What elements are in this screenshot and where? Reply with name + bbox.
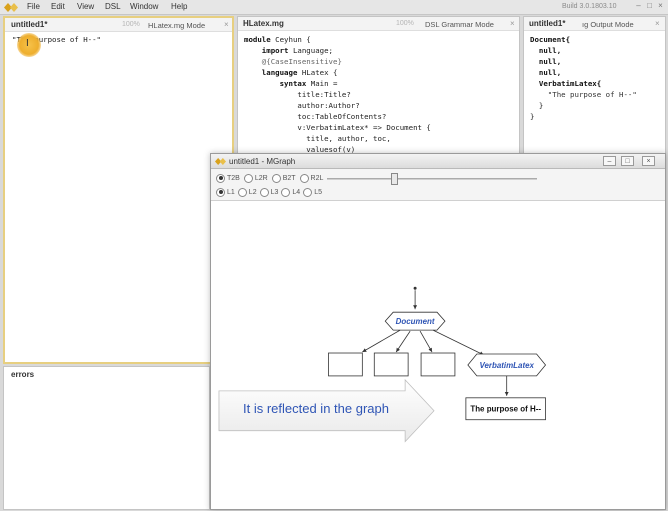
- grammar-pane-header: HLatex.mg 100% DSL Grammar Mode ×: [238, 17, 519, 31]
- graph-edge: [395, 330, 411, 353]
- source-editor-pane[interactable]: untitled1* 100% HLatex.mg Mode × "The pu…: [3, 16, 234, 364]
- code-line: @{CaseInsensitive}: [244, 57, 342, 66]
- close-icon[interactable]: ×: [656, 1, 665, 11]
- code-line: title, author, toc,: [244, 134, 391, 143]
- output-line: null,: [530, 46, 562, 55]
- radio-icon: [216, 187, 225, 197]
- source-pane-zoom: 100%: [122, 21, 140, 28]
- build-label: Build 3.0.1803.10: [562, 3, 617, 10]
- output-code[interactable]: Document{ null, null, null, VerbatimLate…: [530, 34, 637, 122]
- zoom-slider-thumb[interactable]: [391, 173, 399, 185]
- mouse-cursor-highlight: [17, 33, 41, 57]
- grammar-pane-title[interactable]: HLatex.mg: [243, 19, 284, 28]
- output-line: null,: [530, 68, 562, 77]
- radio-icon: [281, 187, 291, 197]
- zoom-slider-track[interactable]: [327, 178, 537, 180]
- menu-bar: File Edit View DSL Window Help Build 3.0…: [0, 0, 668, 15]
- graph-entry-point: [413, 286, 417, 290]
- graph-node-label: Document: [396, 317, 435, 326]
- source-pane-header: untitled1* 100% HLatex.mg Mode ×: [5, 18, 232, 32]
- radio-icon: [243, 173, 253, 183]
- orientation-t2b[interactable]: T2B: [216, 173, 240, 183]
- menu-file[interactable]: File: [27, 2, 40, 11]
- grammar-editor-pane[interactable]: HLatex.mg 100% DSL Grammar Mode × module…: [237, 16, 520, 155]
- level-l1[interactable]: L1: [216, 187, 235, 197]
- errors-pane-title: errors: [11, 370, 35, 379]
- output-line: Document{: [530, 35, 571, 44]
- level-l2[interactable]: L2: [237, 187, 257, 197]
- output-line: VerbatimLatex{: [530, 79, 602, 88]
- mgraph-minimize-icon[interactable]: –: [603, 156, 616, 166]
- graph-node-text[interactable]: The purpose of H--: [465, 397, 546, 421]
- radio-icon: [259, 187, 269, 197]
- mgraph-title: untitled1 - MGraph: [229, 157, 296, 166]
- radio-icon: [216, 173, 225, 183]
- level-l3[interactable]: L3: [259, 187, 278, 197]
- menu-view[interactable]: View: [77, 2, 94, 11]
- radio-icon: [303, 187, 313, 197]
- mgraph-toolbar: T2B L2R B2T R2L L1 L2 L3 L4 L5: [211, 169, 665, 201]
- menu-edit[interactable]: Edit: [51, 2, 65, 11]
- grammar-pane-zoom: 100%: [396, 20, 414, 27]
- maximize-icon[interactable]: □: [645, 1, 654, 11]
- code-line: syntax Main =: [244, 79, 338, 88]
- graph-edge: [419, 330, 433, 353]
- output-line: }: [530, 112, 535, 121]
- orientation-b2t[interactable]: B2T: [271, 173, 296, 183]
- output-pane-header: untitled1* ıg Output Mode ×: [524, 17, 665, 31]
- graph-node-label: VerbatimLatex: [479, 361, 534, 370]
- code-line: title:Title?: [244, 90, 351, 99]
- graph-canvas[interactable]: Document VerbatimLatex The purpose of H-…: [211, 201, 665, 510]
- radio-icon: [299, 173, 309, 183]
- menu-help[interactable]: Help: [171, 2, 187, 11]
- output-line: }: [530, 101, 544, 110]
- mgraph-close-icon[interactable]: ×: [642, 156, 655, 166]
- grammar-code[interactable]: module Ceyhun { import Language; @{CaseI…: [244, 34, 431, 155]
- errors-pane[interactable]: errors: [3, 366, 210, 510]
- graph-node-document[interactable]: Document: [384, 311, 446, 331]
- orientation-l2r[interactable]: L2R: [243, 173, 268, 183]
- radio-icon: [271, 173, 281, 183]
- menu-window[interactable]: Window: [130, 2, 158, 11]
- mgraph-window[interactable]: untitled1 - MGraph – □ × T2B L2R B2T R2L…: [210, 153, 666, 510]
- mgraph-app-icon: [215, 157, 226, 166]
- text-cursor-icon: I: [26, 38, 29, 49]
- level-radio-group: L1 L2 L3 L4 L5: [216, 187, 322, 197]
- code-line: v:VerbatimLatex* => Document {: [244, 123, 431, 132]
- app-logo-icon: [4, 3, 18, 12]
- output-line: null,: [530, 57, 562, 66]
- output-pane-title[interactable]: untitled1*: [529, 19, 565, 28]
- level-l5[interactable]: L5: [303, 187, 322, 197]
- code-line: language HLatex {: [244, 68, 338, 77]
- level-l4[interactable]: L4: [281, 187, 300, 197]
- code-line: author:Author?: [244, 101, 360, 110]
- graph-node-label: The purpose of H--: [470, 405, 541, 414]
- orientation-r2l[interactable]: R2L: [299, 173, 323, 183]
- graph-node-verbatimlatex[interactable]: VerbatimLatex: [467, 353, 547, 377]
- graph-edge: [362, 329, 401, 353]
- graph-edge: [432, 329, 484, 356]
- graph-node-null[interactable]: [373, 352, 409, 377]
- mgraph-titlebar[interactable]: untitled1 - MGraph – □ ×: [211, 154, 665, 169]
- code-line: module Ceyhun {: [244, 35, 311, 44]
- grammar-pane-close-icon[interactable]: ×: [510, 19, 515, 28]
- source-pane-mode[interactable]: HLatex.mg Mode: [148, 21, 205, 30]
- radio-icon: [237, 187, 247, 197]
- menu-dsl[interactable]: DSL: [105, 2, 121, 11]
- grammar-pane-mode[interactable]: DSL Grammar Mode: [425, 20, 494, 29]
- source-pane-close-icon[interactable]: ×: [224, 20, 229, 29]
- output-pane-close-icon[interactable]: ×: [655, 19, 660, 28]
- output-line: "The purpose of H--": [530, 90, 637, 99]
- minimize-icon[interactable]: –: [634, 1, 643, 11]
- graph-node-null[interactable]: [328, 352, 363, 377]
- callout-text: It is reflected in the graph: [243, 401, 389, 416]
- code-line: import Language;: [244, 46, 333, 55]
- code-line: toc:TableOfContents?: [244, 112, 387, 121]
- mgraph-maximize-icon[interactable]: □: [621, 156, 634, 166]
- output-pane-mode[interactable]: ıg Output Mode: [582, 20, 634, 29]
- graph-node-null[interactable]: [420, 352, 456, 377]
- orientation-radio-group: T2B L2R B2T R2L: [216, 173, 323, 183]
- source-pane-title[interactable]: untitled1*: [11, 20, 47, 29]
